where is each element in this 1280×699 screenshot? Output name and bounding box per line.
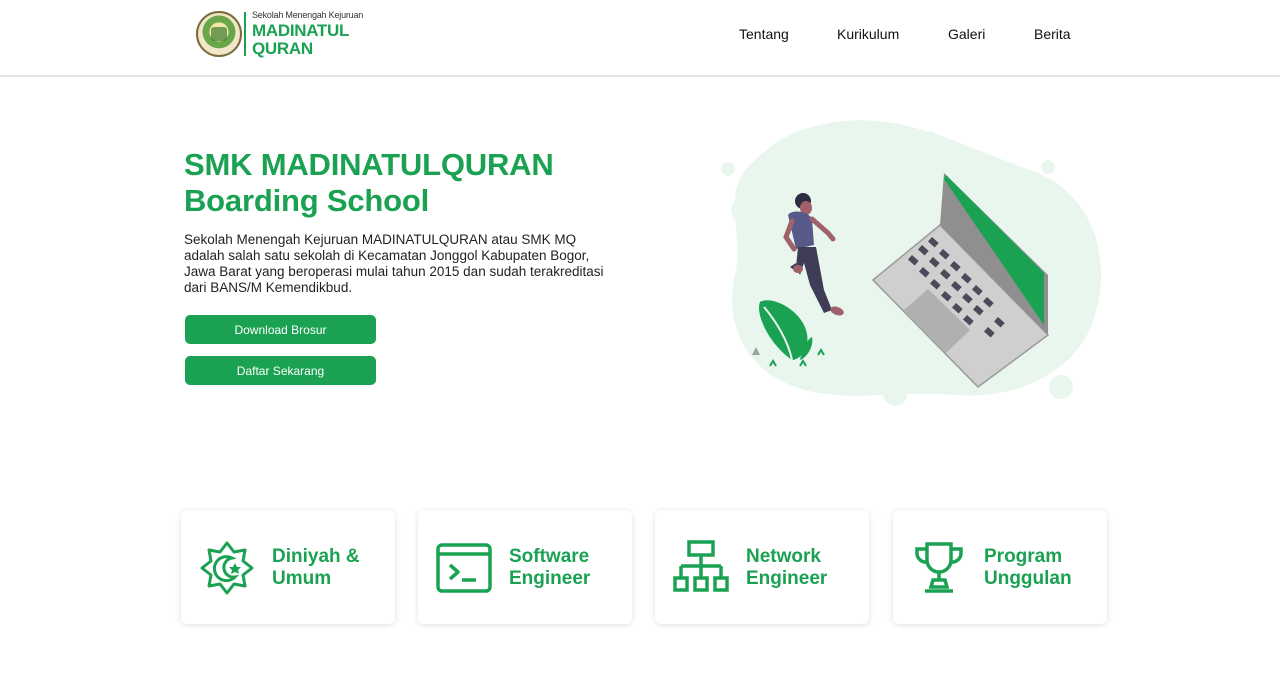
bubble — [1041, 160, 1055, 174]
program-card-diniyah[interactable]: Diniyah & Umum — [181, 510, 395, 624]
crescent-star-icon — [200, 541, 254, 595]
hero-illustration — [721, 120, 1102, 406]
card-label: Network Engineer — [746, 546, 827, 590]
site-header: Sekolah Menengah Kejuruan MADINATUL QURA… — [0, 0, 1280, 77]
card-label-line2: Engineer — [746, 568, 828, 589]
nav-item-tentang[interactable]: Tentang — [739, 26, 789, 42]
bubble — [731, 198, 755, 222]
bubble — [883, 382, 907, 406]
card-label-line2: Engineer — [509, 568, 591, 589]
hero-title-line2: Boarding School — [184, 183, 430, 218]
program-card-network[interactable]: Network Engineer — [655, 510, 869, 624]
register-now-button[interactable]: Daftar Sekarang — [185, 356, 376, 385]
nav-item-berita[interactable]: Berita — [1034, 26, 1071, 42]
card-label-line1: Network — [746, 546, 821, 567]
logo-divider — [244, 12, 246, 56]
card-label-line2: Umum — [272, 568, 332, 589]
site-logo[interactable]: Sekolah Menengah Kejuruan MADINATUL QURA… — [196, 10, 363, 58]
school-emblem-icon — [196, 11, 242, 57]
bubble — [1049, 375, 1073, 399]
logo-subtitle: Sekolah Menengah Kejuruan — [252, 9, 364, 20]
card-label: Program Unggulan — [984, 546, 1072, 590]
bubble — [923, 131, 937, 145]
logo-text: Sekolah Menengah Kejuruan MADINATUL QURA… — [252, 9, 364, 58]
card-label-line1: Diniyah & — [272, 546, 360, 567]
program-card-unggulan[interactable]: Program Unggulan — [893, 510, 1107, 624]
card-label-line2: Unggulan — [984, 568, 1072, 589]
program-card-software[interactable]: Software Engineer — [418, 510, 632, 624]
network-icon — [673, 540, 729, 592]
nav-item-kurikulum[interactable]: Kurikulum — [837, 26, 899, 42]
logo-title-line2: QURAN — [252, 38, 313, 58]
card-label: Software Engineer — [509, 546, 590, 590]
hero-description: Sekolah Menengah Kejuruan MADINATULQURAN… — [184, 232, 604, 295]
terminal-icon — [436, 543, 492, 593]
logo-title-line1: MADINATUL — [252, 20, 350, 40]
card-label: Diniyah & Umum — [272, 546, 360, 590]
hero-title-line1: SMK MADINATULQURAN — [184, 147, 554, 182]
trophy-icon — [915, 542, 963, 593]
bubble — [721, 162, 735, 176]
card-label-line1: Software — [509, 546, 590, 567]
card-label-line1: Program — [984, 546, 1063, 567]
hero-title: SMK MADINATULQURAN Boarding School — [184, 147, 554, 219]
download-brochure-button[interactable]: Download Brosur — [185, 315, 376, 344]
nav-item-galeri[interactable]: Galeri — [948, 26, 985, 42]
